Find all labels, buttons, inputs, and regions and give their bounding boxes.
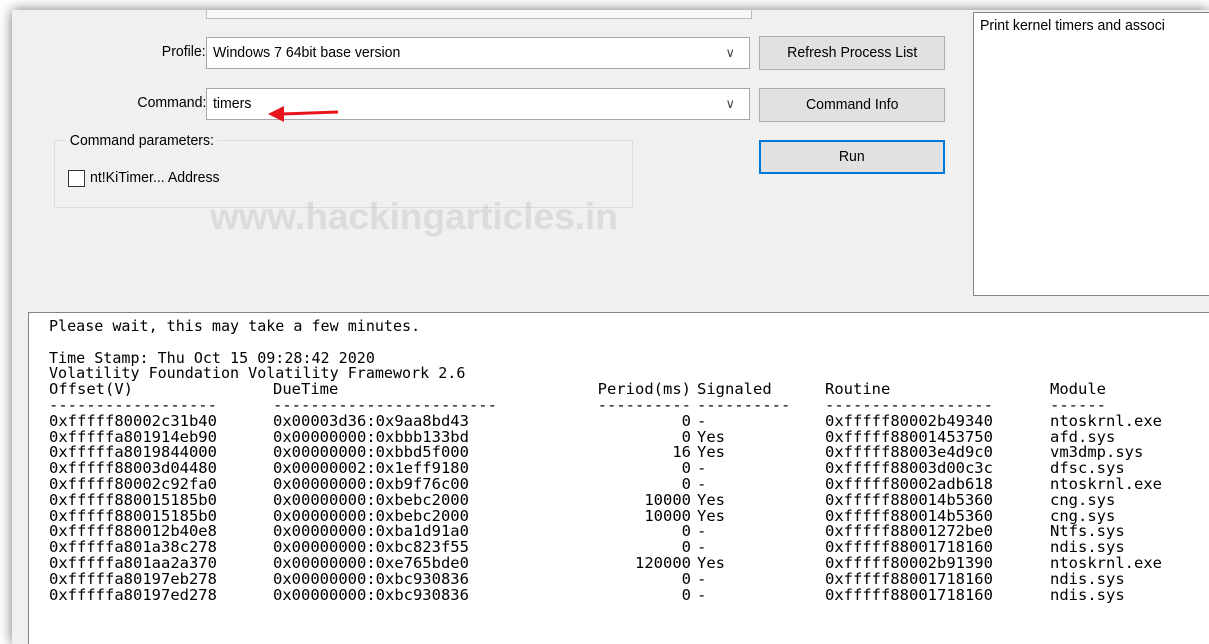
period-cell: 0 (681, 585, 691, 604)
signaled-cell: Yes (697, 506, 725, 525)
signaled-cell: - (697, 459, 707, 478)
offset-cell: 0xfffffa80197ed278 (49, 585, 217, 604)
table-row: 0xfffff880015185b0 0x00000000:0xbebc2000 1… (49, 492, 1209, 509)
profile-select[interactable]: Windows 7 64bit base version ∨ (206, 37, 750, 69)
chevron-down-icon[interactable]: ∨ (725, 38, 735, 68)
period-cell: 10000 (644, 506, 691, 525)
module-cell: ndis.sys (1050, 585, 1125, 604)
run-button[interactable]: Run (759, 140, 945, 174)
command-value: timers (213, 95, 252, 112)
top-field-edge (206, 10, 752, 19)
period-cell: 16 (672, 443, 691, 462)
signaled-cell: - (697, 522, 707, 541)
red-arrow-annotation-icon (268, 106, 339, 122)
timers-table: Offset(V) DueTime Period(ms) Signaled Routin… (49, 381, 1209, 604)
period-cell: 0 (681, 411, 691, 430)
table-row: 0xfffffa80197eb278 0x00000000:0xbc930836 0… (49, 569, 1209, 588)
refresh-button-label: Refresh Process List (786, 44, 918, 61)
command-parameters-title: Command parameters: (66, 132, 218, 149)
period-cell: 0 (681, 459, 691, 478)
command-description-box[interactable]: Print kernel timers and associ (973, 12, 1209, 296)
kitimer-address-checkbox[interactable] (68, 170, 85, 187)
signaled-cell: - (697, 569, 707, 588)
period-cell: 0 (681, 569, 691, 588)
profile-label: Profile: (162, 43, 206, 60)
watermark: www.hackingarticles.in (210, 196, 618, 237)
routine-cell: 0xfffff88001718160 (825, 585, 993, 604)
command-info-button[interactable]: Command Info (759, 88, 945, 122)
signaled-cell: - (697, 585, 707, 604)
table-row: 0xfffff88003d04480 0x00000002:0x1eff9180 0… (49, 459, 1209, 478)
table-row: 0xfffffa80197ed278 0x00000000:0xbc930836 0… (49, 585, 1209, 604)
output-console[interactable]: Please wait, this may take a few minutes… (28, 312, 1209, 644)
wait-message: Please wait, this may take a few minutes… (49, 317, 421, 335)
table-row: 0xfffffa801aa2a370 0x00000000:0xe765bde0 1… (49, 553, 1209, 572)
command-info-button-label: Command Info (805, 96, 899, 113)
signaled-cell: ---------- (697, 395, 791, 414)
volatility-gui-window: Profile: Windows 7 64bit base version ∨ … (12, 10, 1209, 644)
table-row: 0xfffff80002c31b40 0x00003d36:0x9aa8bd43 0… (49, 411, 1209, 430)
table-separator-row: ------------------ ----------------------… (49, 395, 1209, 414)
chevron-down-icon[interactable]: ∨ (725, 89, 735, 119)
profile-value: Windows 7 64bit base version (213, 44, 401, 61)
table-row: 0xfffff880015185b0 0x00000000:0xbebc2000 1… (49, 506, 1209, 525)
kitimer-address-label[interactable]: nt!KiTimer... Address (90, 169, 220, 186)
period-cell: 0 (681, 522, 691, 541)
refresh-process-list-button[interactable]: Refresh Process List (759, 36, 945, 70)
table-row: 0xfffffa801a38c278 0x00000000:0xbc823f55 0… (49, 539, 1209, 556)
command-description-text: Print kernel timers and associ (980, 17, 1165, 34)
command-label: Command: (137, 94, 206, 111)
table-row: 0xfffff80002c92fa0 0x00000000:0xb9f76c00 0… (49, 476, 1209, 493)
table-row: 0xfffff880012b40e8 0x00000000:0xba1d91a0 0… (49, 524, 1209, 540)
duetime-cell: 0x00000000:0xbc930836 (273, 585, 469, 604)
signaled-cell: Yes (697, 443, 725, 462)
period-cell: 120000 (635, 553, 691, 572)
run-button-label: Run (839, 148, 865, 165)
signaled-cell: Yes (697, 553, 725, 572)
table-row: 0xfffffa801914eb90 0x00000000:0xbbb133bd 0… (49, 429, 1209, 446)
period-cell: ---------- (597, 395, 691, 414)
table-row: 0xfffffa8019844000 0x00000000:0xbbd5f000 1… (49, 445, 1209, 461)
